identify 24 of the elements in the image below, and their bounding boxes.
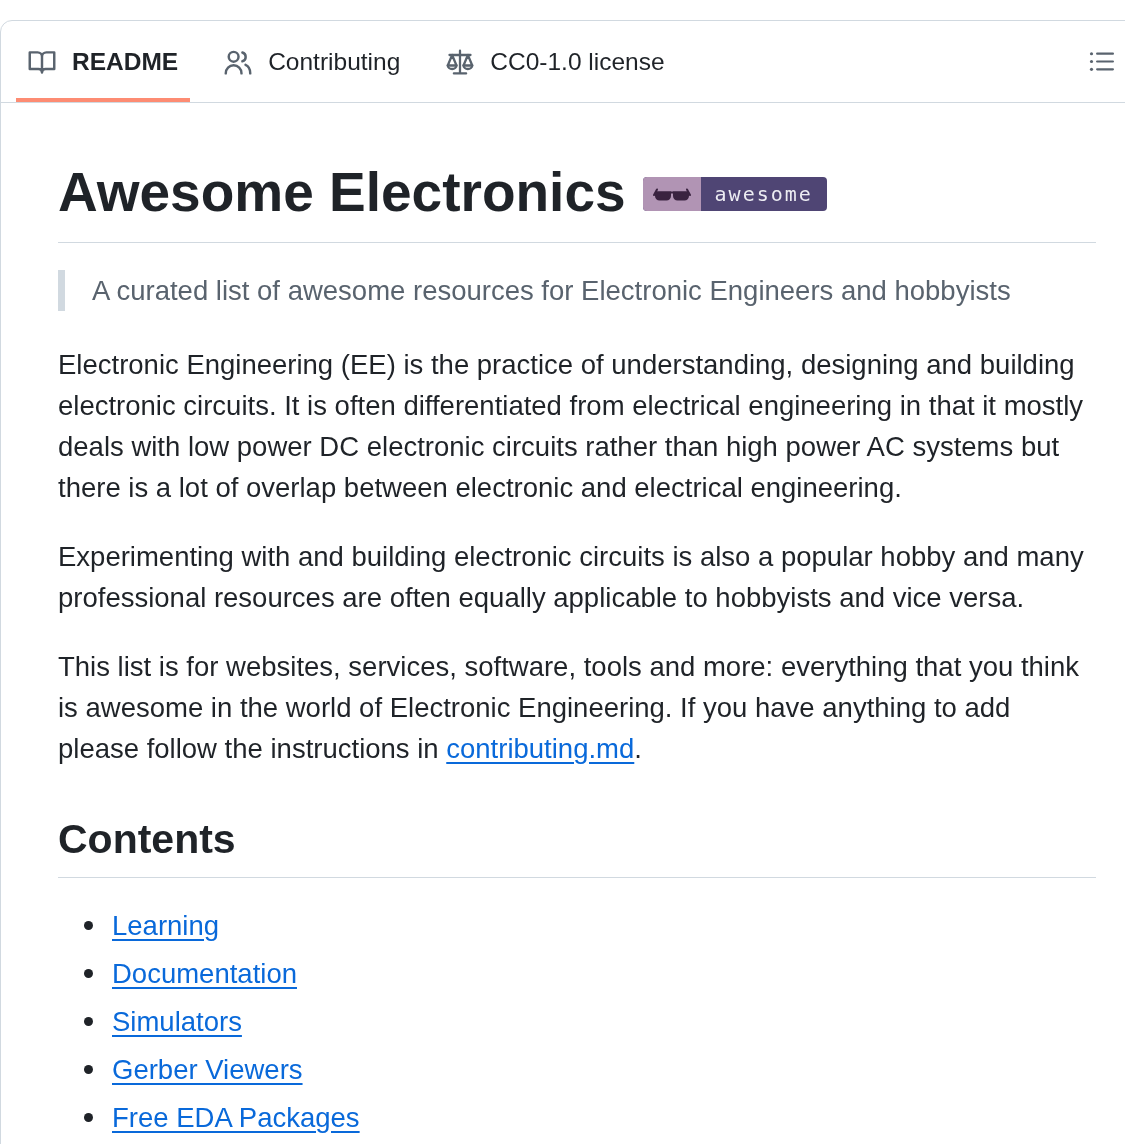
bullet-icon — [84, 1113, 93, 1122]
badge-label: awesome — [713, 180, 814, 208]
list-icon — [1089, 49, 1114, 74]
scale-icon — [446, 47, 475, 76]
contents-link[interactable]: Gerber Viewers — [112, 1054, 303, 1085]
blockquote: A curated list of awesome resources for Electronic Engineers and hobbyists — [58, 270, 1096, 311]
contents-link[interactable]: Documentation — [112, 958, 297, 989]
contents-link[interactable]: Free EDA Packages — [112, 1102, 360, 1133]
tab[interactable]: CC0-1.0 license — [434, 21, 677, 102]
tab[interactable]: Contributing — [212, 21, 413, 102]
link[interactable]: contributing.md — [446, 733, 635, 764]
page-title: Awesome Electronics — [58, 160, 626, 225]
paragraph: This list is for websites, services, software, tools and more: everything that you think is awesome in the world of Electronic Engineering. If you have anything to add please follow the instructions in contributing.md. — [58, 650, 1080, 766]
tab[interactable]: README — [16, 21, 191, 102]
section-heading: Contents — [58, 816, 236, 862]
bullet-icon — [84, 1065, 93, 1074]
contents-link[interactable]: Learning — [112, 910, 220, 941]
paragraph: Experimenting with and building electronic circuits is also a popular hobby and many professional resources are often equally applicable to hobbyists and vice versa. — [58, 540, 1085, 615]
bullet-icon — [84, 1017, 93, 1026]
paragraph: Electronic Engineering (EE) is the practice of understanding, designing and building electronic circuits. It is often differentiated from electrical engineering in that it mostly deals with low power DC electronic circuits rather than high power AC systems but there is a lot of overlap between electronic and electrical engineering. — [58, 348, 1085, 505]
bullet-icon — [84, 921, 93, 930]
contents-link[interactable]: Simulators — [112, 1006, 242, 1037]
bullet-icon — [84, 969, 93, 978]
sunglasses-icon — [642, 176, 701, 211]
